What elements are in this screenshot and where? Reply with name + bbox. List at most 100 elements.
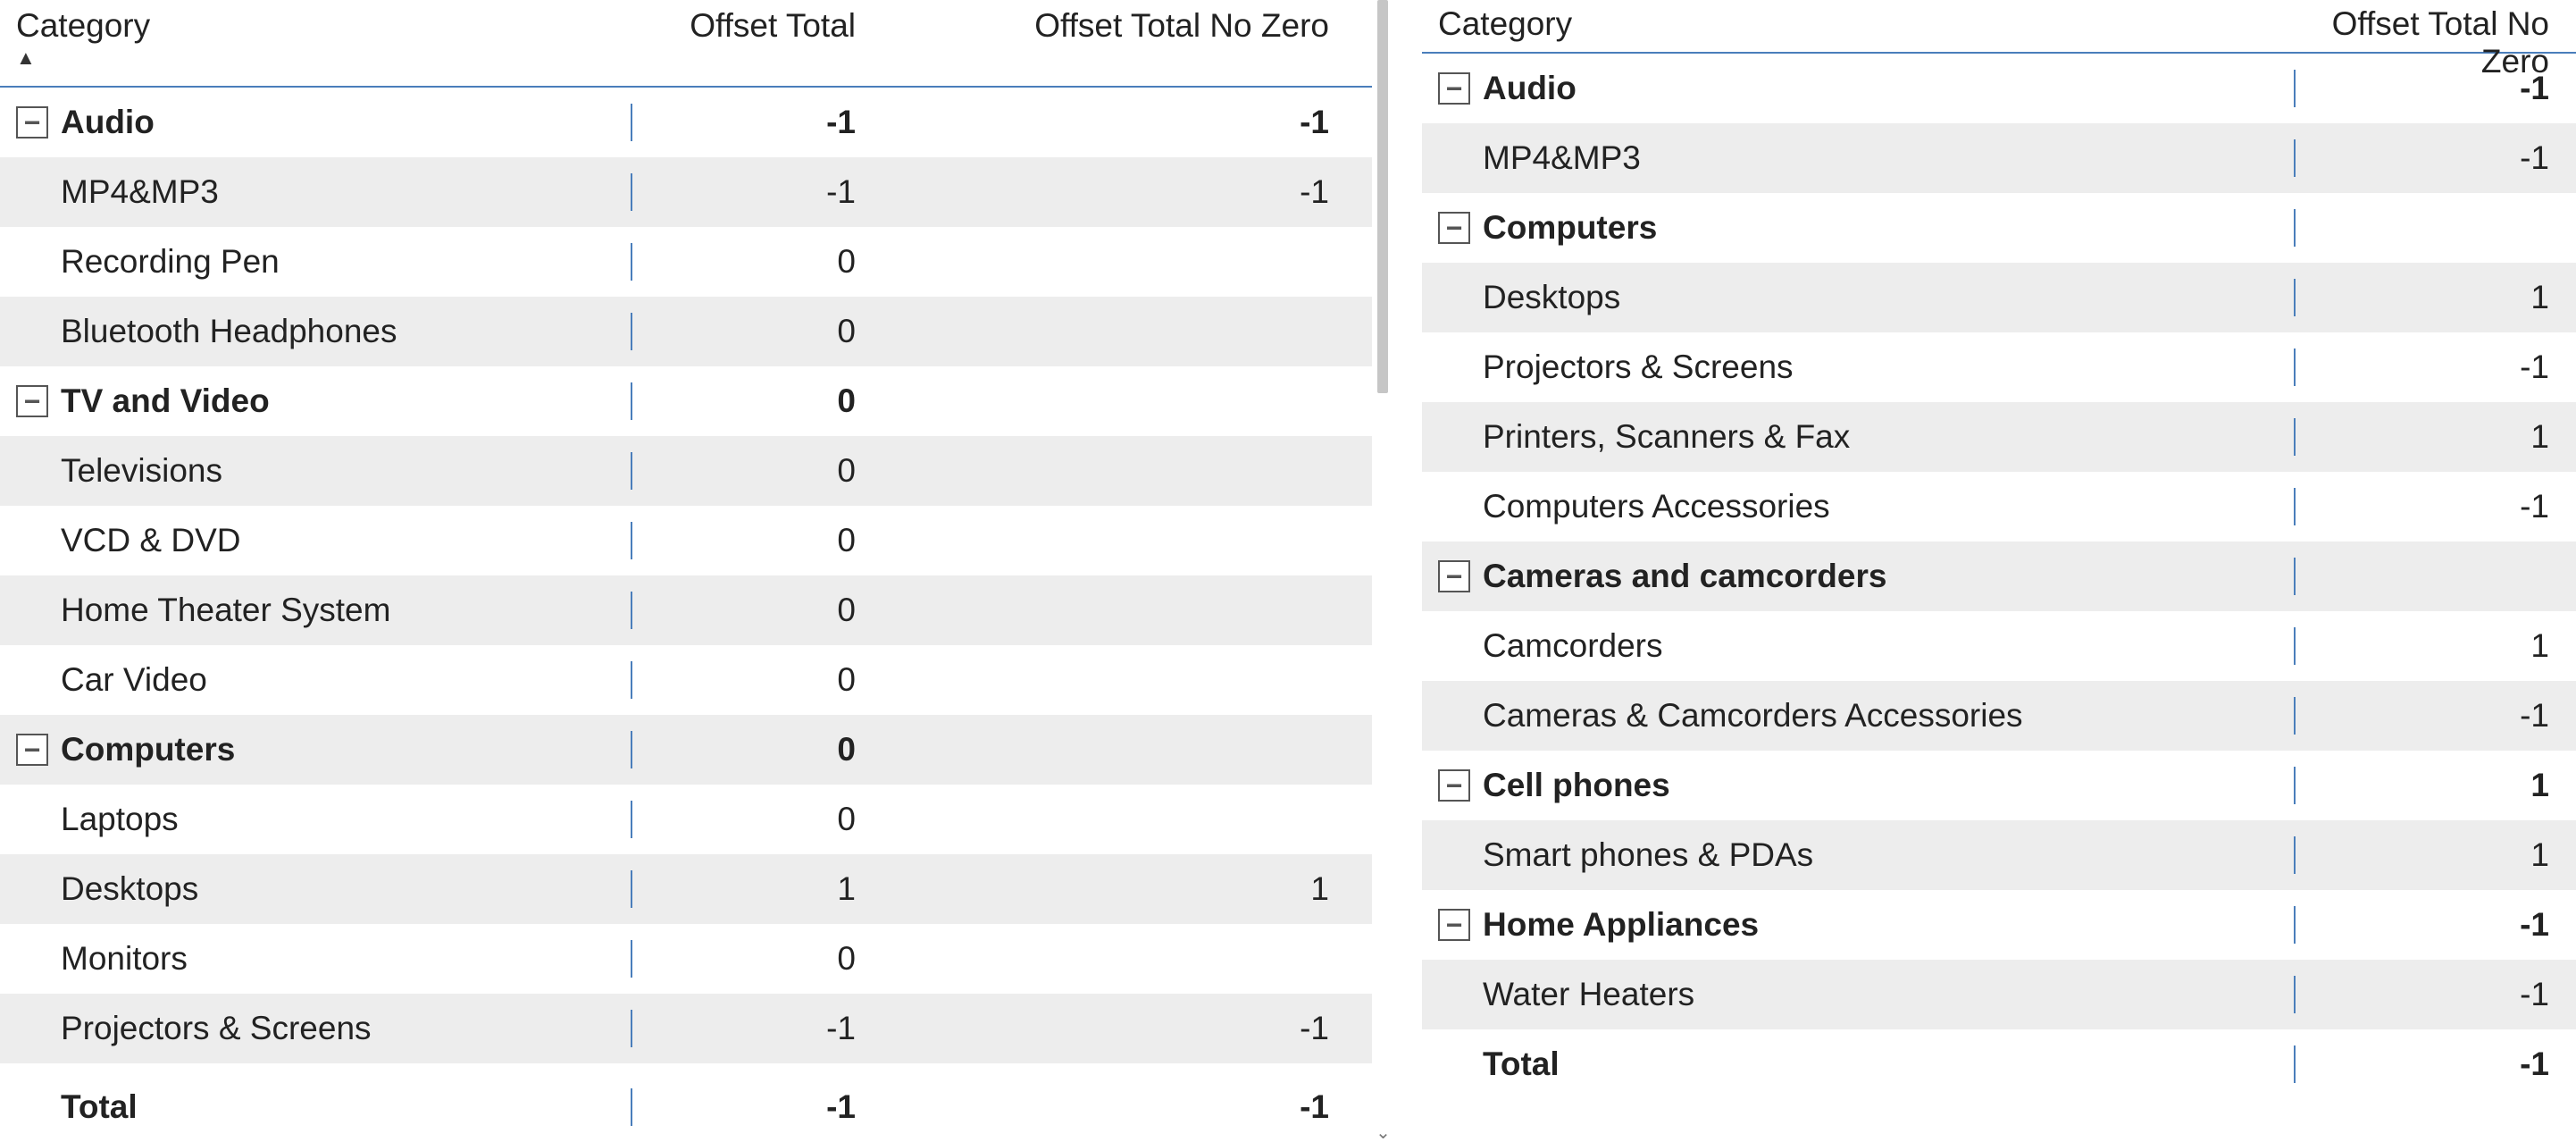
row-label: Water Heaters (1483, 976, 2296, 1013)
row-label: MP4&MP3 (1483, 139, 2296, 177)
collapse-icon[interactable]: − (16, 385, 48, 417)
row-label: Audio (1483, 70, 2296, 107)
cell-offset-total: 0 (632, 661, 874, 699)
row-label: Camcorders (1483, 627, 2296, 665)
collapse-icon[interactable]: − (16, 106, 48, 139)
item-row[interactable]: VCD & DVD0 (0, 506, 1372, 575)
item-row[interactable]: Cameras & Camcorders Accessories-1 (1422, 681, 2576, 751)
item-row[interactable]: Projectors & Screens-1 (1422, 332, 2576, 402)
collapse-icon[interactable]: − (1438, 769, 1470, 802)
collapse-icon[interactable]: − (1438, 909, 1470, 941)
cell-offset-total: 0 (632, 382, 874, 420)
matrix-visual-left: Category ▲ Offset Total Offset Total No … (0, 0, 1374, 1142)
row-label: Computers (1483, 209, 2296, 247)
row-label: Car Video (61, 661, 632, 699)
item-row[interactable]: MP4&MP3-1-1 (0, 157, 1372, 227)
cell-offset-total-no-zero: -1 (2296, 488, 2563, 525)
row-label: Monitors (61, 940, 632, 978)
cell-offset-total-no-zero: -1 (2296, 697, 2563, 735)
row-label: Televisions (61, 452, 632, 490)
cell-offset-total: 0 (632, 313, 874, 350)
item-row[interactable]: Projectors & Screens-1-1 (0, 994, 1372, 1063)
group-row[interactable]: −TV and Video0 (0, 366, 1372, 436)
cell-offset-total-no-zero: -1 (874, 104, 1338, 141)
cell-offset-total-no-zero: 1 (2296, 767, 2563, 804)
item-row[interactable]: Computers Accessories-1 (1422, 472, 2576, 542)
group-row[interactable]: −Home Appliances-1 (1422, 890, 2576, 960)
collapse-icon[interactable]: − (16, 734, 48, 766)
column-header-label: Category (16, 7, 631, 45)
cell-offset-total-no-zero: -1 (2296, 70, 2563, 107)
row-label: Desktops (61, 870, 632, 908)
group-row[interactable]: −Audio-1 (1422, 54, 2576, 123)
collapse-icon[interactable]: − (1438, 560, 1470, 592)
scroll-down-icon[interactable]: ⌄ (1376, 1126, 1390, 1140)
matrix-header: Category ▲ Offset Total Offset Total No … (0, 0, 1372, 88)
cell-offset-total: -1 (632, 1010, 874, 1047)
row-label: Projectors & Screens (61, 1010, 632, 1047)
item-row[interactable]: Printers, Scanners & Fax1 (1422, 402, 2576, 472)
cell-offset-total-no-zero: 1 (2296, 418, 2563, 456)
item-row[interactable]: Monitors0 (0, 924, 1372, 994)
cell-offset-total-no-zero: -1 (874, 173, 1338, 211)
column-header-offset-total[interactable]: Offset Total (631, 7, 874, 45)
row-label: Cameras and camcorders (1483, 558, 2296, 595)
column-header-offset-total-no-zero[interactable]: Offset Total No Zero (874, 7, 1338, 45)
item-row[interactable]: Home Theater System0 (0, 575, 1372, 645)
item-row[interactable]: Camcorders1 (1422, 611, 2576, 681)
cell-offset-total: 0 (632, 592, 874, 629)
item-row[interactable]: Desktops11 (0, 854, 1372, 924)
cell-offset-total-no-zero: 1 (2296, 836, 2563, 874)
collapse-icon[interactable]: − (1438, 72, 1470, 105)
scrollbar-thumb[interactable] (1377, 0, 1388, 393)
row-label: MP4&MP3 (61, 173, 632, 211)
group-row[interactable]: −Cell phones1 (1422, 751, 2576, 820)
cell-offset-total-no-zero: -1 (874, 1010, 1338, 1047)
total-label: Total (1483, 1045, 2296, 1083)
group-row[interactable]: −Audio-1-1 (0, 88, 1372, 157)
item-row[interactable]: Laptops0 (0, 785, 1372, 854)
vertical-scrollbar[interactable]: ⌃ ⌄ (1374, 0, 1392, 1142)
cell-offset-total-no-zero: -1 (2296, 139, 2563, 177)
cell-offset-total: 0 (632, 801, 874, 838)
group-row[interactable]: −Computers (1422, 193, 2576, 263)
column-header-label: Offset Total (690, 7, 856, 45)
cell-offset-total: -1 (632, 173, 874, 211)
item-row[interactable]: Televisions0 (0, 436, 1372, 506)
item-row[interactable]: MP4&MP3-1 (1422, 123, 2576, 193)
sort-ascending-icon: ▲ (16, 48, 631, 68)
row-label: Cameras & Camcorders Accessories (1483, 697, 2296, 735)
cell-offset-total-no-zero: 1 (2296, 627, 2563, 665)
cell-offset-total: 0 (632, 452, 874, 490)
item-row[interactable]: Car Video0 (0, 645, 1372, 715)
row-label: Computers (61, 731, 632, 768)
total-value-offset-total: -1 (632, 1088, 874, 1126)
group-row[interactable]: −Computers0 (0, 715, 1372, 785)
item-row[interactable]: Printers, Scanners &11 (0, 1063, 1372, 1072)
matrix-header: Category Offset Total No Zero (1422, 0, 2576, 54)
total-row: Total -1 -1 (0, 1072, 1372, 1142)
cell-offset-total-no-zero: -1 (2296, 906, 2563, 944)
cell-offset-total-no-zero: -1 (2296, 976, 2563, 1013)
matrix-body: −Audio-1MP4&MP3-1−ComputersDesktops1Proj… (1422, 54, 2576, 1142)
cell-offset-total-no-zero: 1 (874, 870, 1338, 908)
column-header-label: Offset Total No Zero (1034, 7, 1329, 45)
group-row[interactable]: −Cameras and camcorders (1422, 542, 2576, 611)
row-label: Audio (61, 104, 632, 141)
item-row[interactable]: Smart phones & PDAs1 (1422, 820, 2576, 890)
item-row[interactable]: Desktops1 (1422, 263, 2576, 332)
item-row[interactable]: Water Heaters-1 (1422, 960, 2576, 1029)
item-row[interactable]: Bluetooth Headphones0 (0, 297, 1372, 366)
item-row[interactable]: Recording Pen0 (0, 227, 1372, 297)
collapse-icon[interactable]: − (1438, 212, 1470, 244)
row-label: VCD & DVD (61, 522, 632, 559)
total-label: Total (61, 1088, 632, 1126)
cell-offset-total-no-zero: 1 (2296, 279, 2563, 316)
column-header-category[interactable]: Category (1438, 5, 2296, 43)
row-label: Smart phones & PDAs (1483, 836, 2296, 874)
column-header-category[interactable]: Category ▲ (16, 7, 631, 68)
row-label: Home Appliances (1483, 906, 2296, 944)
row-label: Bluetooth Headphones (61, 313, 632, 350)
total-value-offset-total-no-zero: -1 (2296, 1045, 2563, 1083)
row-label: Home Theater System (61, 592, 632, 629)
